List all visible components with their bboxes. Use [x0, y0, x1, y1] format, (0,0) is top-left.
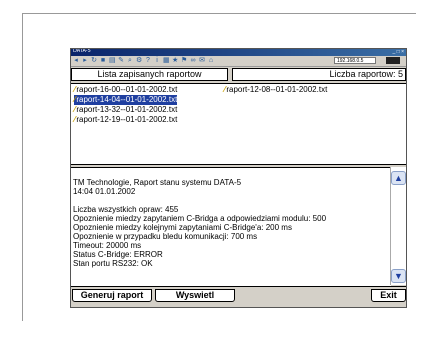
- title-bar: DATA-5 _ □ ×: [71, 49, 406, 56]
- report-line: Liczba wszystkich opraw: 455: [73, 205, 179, 214]
- settings-icon[interactable]: ⚙: [136, 57, 142, 64]
- print-icon[interactable]: ▤: [109, 57, 116, 64]
- scroll-down-button[interactable]: ▼: [391, 269, 406, 283]
- link-icon[interactable]: ∞: [190, 57, 196, 64]
- report-count: Liczba raportow: 5: [232, 68, 406, 81]
- file-name: raport-12-19--01-01-2002.txt: [76, 115, 178, 124]
- list-item[interactable]: ⁄raport-12-19--01-01-2002.txt: [74, 115, 177, 125]
- report-line: Status C-Bridge: ERROR: [73, 250, 163, 259]
- star-icon[interactable]: ★: [172, 57, 178, 64]
- report-line: Opoznienie miedzy kolejnymi zapytaniami …: [73, 223, 292, 232]
- save-icon[interactable]: ■: [100, 57, 106, 64]
- file-name: raport-14-04--01-01-2002.txt: [76, 95, 178, 104]
- bottom-bar: Generuj raport Wyswietl Exit: [71, 286, 406, 307]
- file-name: raport-16-00--01-01-2002.txt: [76, 85, 178, 94]
- report-scrollbar[interactable]: ▲ ▼: [390, 167, 406, 285]
- report-line: 14:04 01.01.2002: [73, 187, 136, 196]
- forward-icon[interactable]: ▸: [82, 57, 88, 64]
- window-title: DATA-5: [73, 48, 91, 54]
- outer-frame-left: [22, 13, 23, 321]
- list-item[interactable]: ⁄raport-16-00--01-01-2002.txt: [74, 85, 177, 95]
- grid-icon[interactable]: ▦: [163, 57, 170, 64]
- help-icon[interactable]: ?: [145, 57, 151, 64]
- ip-address-field[interactable]: 192.168.0.5: [334, 57, 376, 64]
- outer-frame-top: [22, 13, 416, 14]
- report-line: Stan portu RS232: OK: [73, 259, 153, 268]
- back-icon[interactable]: ◂: [73, 57, 79, 64]
- scroll-up-button[interactable]: ▲: [391, 171, 406, 185]
- report-line: Opoznienie w przypadku bledu komunikacji…: [73, 232, 258, 241]
- show-button[interactable]: Wyswietl: [155, 289, 235, 302]
- tool-icon[interactable]: ✎: [118, 57, 124, 64]
- generate-report-button[interactable]: Generuj raport: [72, 289, 152, 302]
- toolbar-end-block: [386, 57, 400, 64]
- list-item[interactable]: ⁄raport-13-32--01-01-2002.txt: [74, 105, 177, 115]
- file-list: ⁄raport-16-00--01-01-2002.txt ⁄raport-14…: [71, 83, 406, 165]
- report-line: Opoznienie miedzy zapytaniem C-Bridga a …: [73, 214, 327, 223]
- find-icon[interactable]: ⌕: [127, 57, 133, 64]
- report-text-area[interactable]: TM Technologie, Raport stanu systemu DAT…: [71, 167, 391, 286]
- flag-icon[interactable]: ⚑: [181, 57, 187, 64]
- header-row: Lista zapisanych raportow Liczba raporto…: [71, 68, 406, 82]
- file-name: raport-12-08--01-01-2002.txt: [226, 85, 328, 94]
- toolbar: 192.168.0.5 ◂ ▸ ↻ ■ ▤ ✎ ⌕ ⚙? i ▦ ★ ⚑ ∞ ✉ ⌂: [71, 56, 406, 67]
- list-item-selected[interactable]: ⁄raport-14-04--01-01-2002.txt: [74, 95, 178, 105]
- report-line: TM Technologie, Raport stanu systemu DAT…: [73, 178, 242, 187]
- refresh-icon[interactable]: ↻: [91, 57, 97, 64]
- file-name: raport-13-32--01-01-2002.txt: [76, 105, 178, 114]
- report-line: Timeout: 20000 ms: [73, 241, 142, 250]
- exit-button[interactable]: Exit: [371, 289, 406, 302]
- mail-icon[interactable]: ✉: [199, 57, 205, 64]
- home-icon[interactable]: ⌂: [208, 57, 214, 64]
- list-title: Lista zapisanych raportow: [71, 68, 228, 81]
- window-controls[interactable]: _ □ ×: [393, 49, 405, 56]
- list-item[interactable]: ⁄raport-12-08--01-01-2002.txt: [224, 85, 327, 95]
- info-icon[interactable]: i: [154, 57, 160, 64]
- app-window: DATA-5 _ □ × 192.168.0.5 ◂ ▸ ↻ ■ ▤ ✎ ⌕ ⚙? i ▦ ★ ⚑ ∞ ✉…: [70, 48, 407, 308]
